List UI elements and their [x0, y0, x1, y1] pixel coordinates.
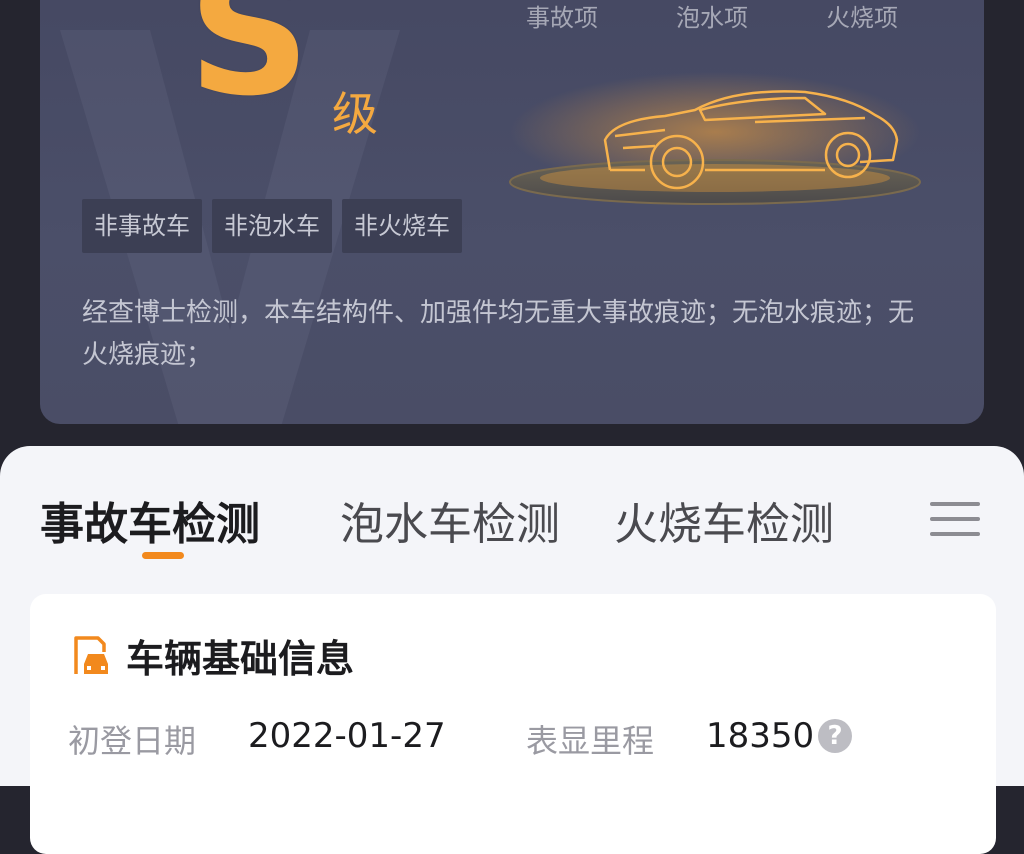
vehicle-info-title: 车辆基础信息	[126, 637, 355, 681]
first-registration-value: 2022-01-27	[248, 716, 446, 756]
mileage-value: 18350	[706, 716, 815, 756]
tab-bar: 事故车检测 泡水车检测 火烧车检测	[40, 488, 1024, 559]
detail-sheet: 事故车检测 泡水车检测 火烧车检测 车辆基础信息 初登日期 2022-01-27…	[0, 446, 1024, 854]
car-illustration	[509, 72, 921, 205]
car-document-icon	[74, 636, 108, 674]
tag-list: 非事故车 非泡水车 非火烧车	[82, 199, 462, 253]
first-registration-label: 初登日期	[68, 722, 197, 760]
inspection-summary: 经查博士检测，本车结构件、加强件均无重大事故痕迹；无泡水痕迹；无火烧痕迹；	[82, 298, 915, 370]
tag-non-flood: 非泡水车	[212, 199, 332, 253]
check-header-flood: 泡水项	[676, 4, 748, 32]
check-header-accident: 事故项	[526, 4, 598, 32]
help-icon[interactable]: ?	[818, 719, 852, 753]
tag-non-fire: 非火烧车	[342, 199, 462, 253]
grade-letter: S	[188, 0, 311, 134]
tab-flood-check[interactable]: 泡水车检测	[340, 488, 560, 552]
inspection-report-card: S 级 事故项 泡水项 火烧项 非事故车 非泡水车 非火烧车 经查博士检测，本车…	[40, 0, 984, 424]
tab-accident-check[interactable]: 事故车检测	[40, 488, 260, 552]
grade-suffix: 级	[332, 87, 378, 141]
tab-fire-check[interactable]: 火烧车检测	[614, 488, 834, 552]
menu-icon[interactable]	[930, 500, 982, 538]
vehicle-info-card: 车辆基础信息 初登日期 2022-01-27 表显里程 18350 ?	[30, 594, 996, 854]
active-tab-indicator	[142, 552, 184, 559]
tag-non-accident: 非事故车	[82, 199, 202, 253]
check-header-fire: 火烧项	[826, 4, 898, 32]
mileage-label: 表显里程	[526, 722, 655, 760]
